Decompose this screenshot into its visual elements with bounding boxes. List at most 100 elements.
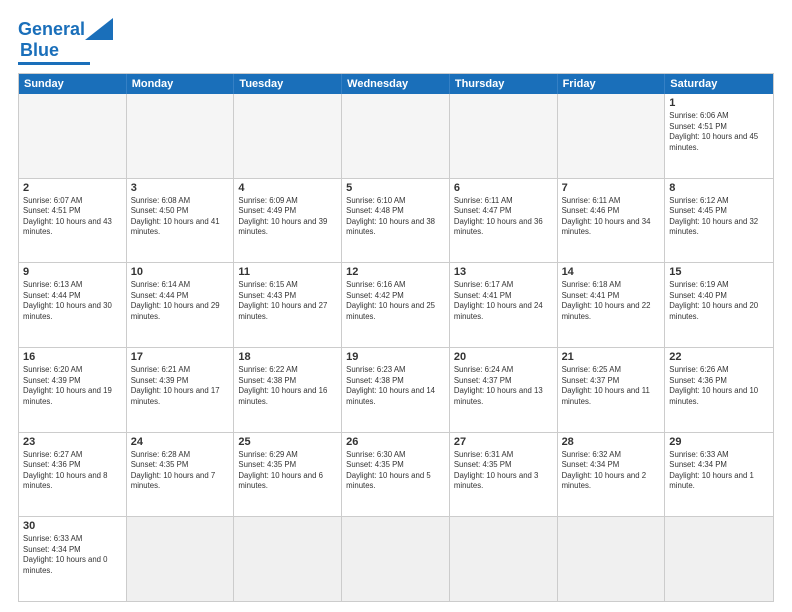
cell-info: Sunrise: 6:25 AM Sunset: 4:37 PM Dayligh… — [562, 365, 661, 407]
cell-info: Sunrise: 6:07 AM Sunset: 4:51 PM Dayligh… — [23, 196, 122, 238]
day-number: 10 — [131, 266, 230, 278]
cell-info: Sunrise: 6:31 AM Sunset: 4:35 PM Dayligh… — [454, 450, 553, 492]
day-header-wednesday: Wednesday — [342, 74, 450, 94]
cell-info: Sunrise: 6:16 AM Sunset: 4:42 PM Dayligh… — [346, 280, 445, 322]
cell-info: Sunrise: 6:22 AM Sunset: 4:38 PM Dayligh… — [238, 365, 337, 407]
calendar-cell: 20 Sunrise: 6:24 AM Sunset: 4:37 PM Dayli… — [450, 348, 558, 432]
day-header-saturday: Saturday — [665, 74, 773, 94]
cell-info: Sunrise: 6:10 AM Sunset: 4:48 PM Dayligh… — [346, 196, 445, 238]
header: General Blue — [18, 18, 774, 65]
day-header-thursday: Thursday — [450, 74, 558, 94]
cell-info: Sunrise: 6:13 AM Sunset: 4:44 PM Dayligh… — [23, 280, 122, 322]
calendar-cell: 28Sunrise: 6:32 AM Sunset: 4:34 PM Dayli… — [558, 433, 666, 517]
cell-info: Sunrise: 6:26 AM Sunset: 4:36 PM Dayligh… — [669, 365, 769, 407]
day-number: 14 — [562, 266, 661, 278]
cell-info: Sunrise: 6:08 AM Sunset: 4:50 PM Dayligh… — [131, 196, 230, 238]
calendar-cell: 26Sunrise: 6:30 AM Sunset: 4:35 PM Dayli… — [342, 433, 450, 517]
calendar-cell — [234, 517, 342, 601]
day-number: 9 — [23, 266, 122, 278]
calendar-cell: 2Sunrise: 6:07 AM Sunset: 4:51 PM Daylig… — [19, 179, 127, 263]
calendar-cell — [127, 94, 235, 178]
calendar-cell: 19 Sunrise: 6:23 AM Sunset: 4:38 PM Dayli… — [342, 348, 450, 432]
cell-info: Sunrise: 6:12 AM Sunset: 4:45 PM Dayligh… — [669, 196, 769, 238]
calendar-cell: 8 Sunrise: 6:12 AM Sunset: 4:45 PM Daylig… — [665, 179, 773, 263]
day-number: 22 — [669, 351, 769, 363]
calendar-cell — [342, 94, 450, 178]
calendar-cell: 18Sunrise: 6:22 AM Sunset: 4:38 PM Dayli… — [234, 348, 342, 432]
day-number: 25 — [238, 436, 337, 448]
calendar-cell: 11Sunrise: 6:15 AM Sunset: 4:43 PM Dayli… — [234, 263, 342, 347]
calendar-cell — [342, 517, 450, 601]
calendar-cell — [665, 517, 773, 601]
day-header-sunday: Sunday — [19, 74, 127, 94]
calendar-cell: 21 Sunrise: 6:25 AM Sunset: 4:37 PM Dayli… — [558, 348, 666, 432]
cell-info: Sunrise: 6:20 AM Sunset: 4:39 PM Dayligh… — [23, 365, 122, 407]
logo-text: General — [18, 20, 85, 38]
day-number: 21 — [562, 351, 661, 363]
day-header-monday: Monday — [127, 74, 235, 94]
calendar-header: SundayMondayTuesdayWednesdayThursdayFrid… — [19, 74, 773, 94]
day-number: 6 — [454, 182, 553, 194]
calendar-cell: 9 Sunrise: 6:13 AM Sunset: 4:44 PM Daylig… — [19, 263, 127, 347]
cell-info: Sunrise: 6:33 AM Sunset: 4:34 PM Dayligh… — [23, 534, 122, 576]
day-number: 26 — [346, 436, 445, 448]
cell-info: Sunrise: 6:23 AM Sunset: 4:38 PM Dayligh… — [346, 365, 445, 407]
logo-underline — [18, 62, 90, 65]
calendar-cell: 13Sunrise: 6:17 AM Sunset: 4:41 PM Dayli… — [450, 263, 558, 347]
calendar-cell: 24Sunrise: 6:28 AM Sunset: 4:35 PM Dayli… — [127, 433, 235, 517]
calendar-cell: 1 Sunrise: 6:06 AM Sunset: 4:51 PM Daylig… — [665, 94, 773, 178]
calendar-cell — [450, 94, 558, 178]
calendar-cell: 29Sunrise: 6:33 AM Sunset: 4:34 PM Dayli… — [665, 433, 773, 517]
calendar-row: 16 Sunrise: 6:20 AM Sunset: 4:39 PM Dayli… — [19, 348, 773, 433]
calendar-row: 2Sunrise: 6:07 AM Sunset: 4:51 PM Daylig… — [19, 179, 773, 264]
day-number: 28 — [562, 436, 661, 448]
calendar-row: 1 Sunrise: 6:06 AM Sunset: 4:51 PM Daylig… — [19, 94, 773, 179]
calendar-cell: 25Sunrise: 6:29 AM Sunset: 4:35 PM Dayli… — [234, 433, 342, 517]
calendar-body: 1 Sunrise: 6:06 AM Sunset: 4:51 PM Daylig… — [19, 94, 773, 601]
calendar-cell: 14 Sunrise: 6:18 AM Sunset: 4:41 PM Dayli… — [558, 263, 666, 347]
day-number: 19 — [346, 351, 445, 363]
day-number: 11 — [238, 266, 337, 278]
day-number: 8 — [669, 182, 769, 194]
day-number: 27 — [454, 436, 553, 448]
cell-info: Sunrise: 6:06 AM Sunset: 4:51 PM Dayligh… — [669, 111, 769, 153]
calendar-cell: 17Sunrise: 6:21 AM Sunset: 4:39 PM Dayli… — [127, 348, 235, 432]
calendar-cell — [558, 94, 666, 178]
cell-info: Sunrise: 6:18 AM Sunset: 4:41 PM Dayligh… — [562, 280, 661, 322]
cell-info: Sunrise: 6:33 AM Sunset: 4:34 PM Dayligh… — [669, 450, 769, 492]
calendar-cell: 27 Sunrise: 6:31 AM Sunset: 4:35 PM Dayli… — [450, 433, 558, 517]
calendar-cell: 10 Sunrise: 6:14 AM Sunset: 4:44 PM Dayli… — [127, 263, 235, 347]
calendar-cell: 5 Sunrise: 6:10 AM Sunset: 4:48 PM Daylig… — [342, 179, 450, 263]
day-number: 3 — [131, 182, 230, 194]
day-header-friday: Friday — [558, 74, 666, 94]
calendar-cell: 22 Sunrise: 6:26 AM Sunset: 4:36 PM Dayli… — [665, 348, 773, 432]
calendar-cell: 15Sunrise: 6:19 AM Sunset: 4:40 PM Dayli… — [665, 263, 773, 347]
calendar-cell — [234, 94, 342, 178]
cell-info: Sunrise: 6:28 AM Sunset: 4:35 PM Dayligh… — [131, 450, 230, 492]
day-number: 17 — [131, 351, 230, 363]
calendar-cell — [558, 517, 666, 601]
calendar-cell — [19, 94, 127, 178]
calendar-cell: 23Sunrise: 6:27 AM Sunset: 4:36 PM Dayli… — [19, 433, 127, 517]
cell-info: Sunrise: 6:19 AM Sunset: 4:40 PM Dayligh… — [669, 280, 769, 322]
day-number: 20 — [454, 351, 553, 363]
cell-info: Sunrise: 6:11 AM Sunset: 4:47 PM Dayligh… — [454, 196, 553, 238]
calendar-cell: 7Sunrise: 6:11 AM Sunset: 4:46 PM Daylig… — [558, 179, 666, 263]
calendar-cell: 3 Sunrise: 6:08 AM Sunset: 4:50 PM Daylig… — [127, 179, 235, 263]
calendar-row: 23Sunrise: 6:27 AM Sunset: 4:36 PM Dayli… — [19, 433, 773, 518]
cell-info: Sunrise: 6:24 AM Sunset: 4:37 PM Dayligh… — [454, 365, 553, 407]
calendar-cell: 6 Sunrise: 6:11 AM Sunset: 4:47 PM Daylig… — [450, 179, 558, 263]
calendar-cell — [450, 517, 558, 601]
page: General Blue SundayMondayTuesdayWednesda… — [0, 0, 792, 612]
day-number: 30 — [23, 520, 122, 532]
calendar-cell: 30 Sunrise: 6:33 AM Sunset: 4:34 PM Dayli… — [19, 517, 127, 601]
day-number: 7 — [562, 182, 661, 194]
calendar-cell — [127, 517, 235, 601]
day-number: 5 — [346, 182, 445, 194]
logo: General Blue — [18, 18, 113, 65]
day-number: 16 — [23, 351, 122, 363]
cell-info: Sunrise: 6:14 AM Sunset: 4:44 PM Dayligh… — [131, 280, 230, 322]
day-number: 1 — [669, 97, 769, 109]
logo-blue: Blue — [20, 40, 59, 61]
day-number: 12 — [346, 266, 445, 278]
